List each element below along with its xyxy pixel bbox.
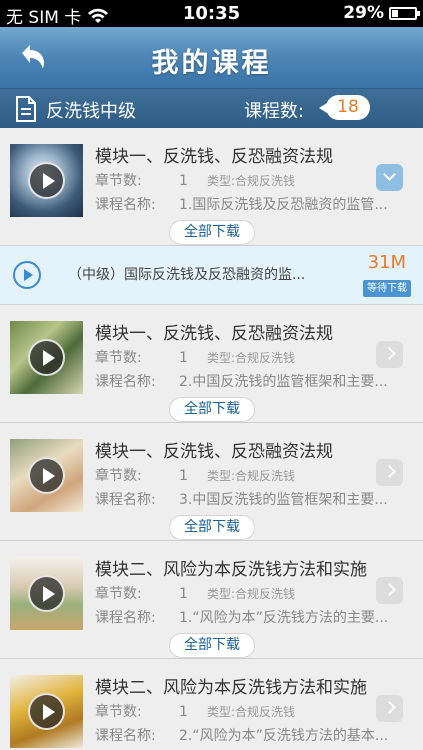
course-meta-row: 章节数: 1 类型:合规反洗钱 [95,583,295,603]
chapters-value: 1 [179,704,188,720]
type-prefix: 类型: [207,351,236,365]
play-icon[interactable] [28,162,65,199]
play-icon[interactable] [13,261,41,289]
type-prefix: 类型: [207,705,236,719]
download-all-button[interactable]: 全部下载 [169,397,255,422]
course-name-value: 3.中国反洗钱的监管框架和主要... [179,492,388,508]
category-label: 反洗钱中级 [46,101,136,122]
battery-fill [392,9,398,17]
chapters-value: 1 [179,468,188,484]
course-item[interactable]: 模块一、反洗钱、反恐融资法规 章节数: 1 类型:合规反洗钱 课程名称: 1.国际反洗… [0,128,423,246]
play-icon[interactable] [28,693,65,730]
download-all-button[interactable]: 全部下载 [169,633,255,658]
download-all-button[interactable]: 全部下载 [169,220,255,245]
course-name-value: 2.中国反洗钱的监管框架和主要... [179,374,388,390]
download-all-button[interactable]: 全部下载 [169,515,255,540]
chapters-label: 章节数: [95,704,142,720]
type-value: 合规反洗钱 [235,351,296,365]
course-thumbnail[interactable] [10,144,83,217]
course-module-title: 模块一、反洗钱、反恐融资法规 [95,147,333,167]
collapse-chevron-icon[interactable] [376,164,403,191]
course-count-label: 课程数: [244,101,305,122]
course-module-title: 模块二、风险为本反洗钱方法和实施 [95,560,367,580]
type-prefix: 类型: [207,469,236,483]
document-icon [16,96,36,122]
chapters-value: 1 [179,350,188,366]
course-name-row: 课程名称: 2.中国反洗钱的监管框架和主要... [95,371,420,391]
play-icon[interactable] [28,339,65,376]
chapters-value: 1 [179,586,188,602]
status-bar: 无 SIM 卡 10:35 29% [0,0,423,28]
course-meta-row: 章节数: 1 类型:合规反洗钱 [95,170,295,190]
status-right: 29% [343,3,420,23]
chevron-right-icon[interactable] [376,459,403,486]
course-name-row: 课程名称: 1.“风险为本”反洗钱方法的主要... [95,607,420,627]
course-name-value: 2.“风险为本”反洗钱方法的基本... [179,728,389,744]
course-module-title: 模块一、反洗钱、反恐融资法规 [95,324,333,344]
course-module-title: 模块二、风险为本反洗钱方法和实施 [95,678,367,698]
course-module-title: 模块一、反洗钱、反恐融资法规 [95,442,333,462]
type-value: 合规反洗钱 [235,469,296,483]
course-meta-row: 章节数: 1 类型:合规反洗钱 [95,701,295,721]
course-thumbnail[interactable] [10,557,83,630]
battery-icon [389,6,420,20]
play-icon[interactable] [28,457,65,494]
chevron-right-icon[interactable] [376,577,403,604]
chapters-label: 章节数: [95,586,142,602]
course-name-row: 课程名称: 1.国际反洗钱及反恐融资的监管... [95,194,420,214]
course-meta-row: 章节数: 1 类型:合规反洗钱 [95,465,295,485]
chapters-label: 章节数: [95,350,142,366]
course-meta-row: 章节数: 1 类型:合规反洗钱 [95,347,295,367]
course-count-badge: 18 [319,95,370,120]
course-name-row: 课程名称: 3.中国反洗钱的监管框架和主要... [95,489,420,509]
chevron-right-icon[interactable] [376,695,403,722]
type-prefix: 类型: [207,587,236,601]
chapters-value: 1 [179,173,188,189]
chevron-right-icon[interactable] [376,341,403,368]
course-name-value: 1.国际反洗钱及反恐融资的监管... [179,197,388,213]
course-name-label: 课程名称: [95,728,156,744]
download-queue-item[interactable]: （中级）国际反洗钱及反恐融资的监... 31M 等待下载 [0,246,423,305]
course-name-value: 1.“风险为本”反洗钱方法的主要... [179,610,389,626]
course-name-label: 课程名称: [95,197,156,213]
course-name-label: 课程名称: [95,492,156,508]
course-thumbnail[interactable] [10,439,83,512]
course-list: 模块一、反洗钱、反恐融资法规 章节数: 1 类型:合规反洗钱 课程名称: 1.国际反洗… [0,128,423,750]
download-status-badge: 等待下载 [363,280,411,297]
type-prefix: 类型: [207,174,236,188]
course-thumbnail[interactable] [10,675,83,748]
course-item[interactable]: 模块二、风险为本反洗钱方法和实施 章节数: 1 类型:合规反洗钱 课程名称: 2.“风… [0,659,423,750]
course-item[interactable]: 模块二、风险为本反洗钱方法和实施 章节数: 1 类型:合规反洗钱 课程名称: 1.“风… [0,541,423,659]
type-value: 合规反洗钱 [235,174,296,188]
download-title: （中级）国际反洗钱及反恐融资的监... [68,267,306,283]
chapters-label: 章节数: [95,468,142,484]
chapters-label: 章节数: [95,173,142,189]
course-thumbnail[interactable] [10,321,83,394]
play-icon[interactable] [28,575,65,612]
type-value: 合规反洗钱 [235,587,296,601]
course-name-row: 课程名称: 2.“风险为本”反洗钱方法的基本... [95,725,420,745]
info-bar: 反洗钱中级 课程数: 18 [0,89,423,128]
course-name-label: 课程名称: [95,374,156,390]
nav-bar: 我的课程 [0,27,423,89]
course-item[interactable]: 模块一、反洗钱、反恐融资法规 章节数: 1 类型:合规反洗钱 课程名称: 2.中国反洗… [0,305,423,423]
battery-percent: 29% [343,3,384,23]
download-size: 31M [367,252,406,273]
course-item[interactable]: 模块一、反洗钱、反恐融资法规 章节数: 1 类型:合规反洗钱 课程名称: 3.中国反洗… [0,423,423,541]
course-name-label: 课程名称: [95,610,156,626]
type-value: 合规反洗钱 [235,705,296,719]
page-title: 我的课程 [151,48,272,79]
